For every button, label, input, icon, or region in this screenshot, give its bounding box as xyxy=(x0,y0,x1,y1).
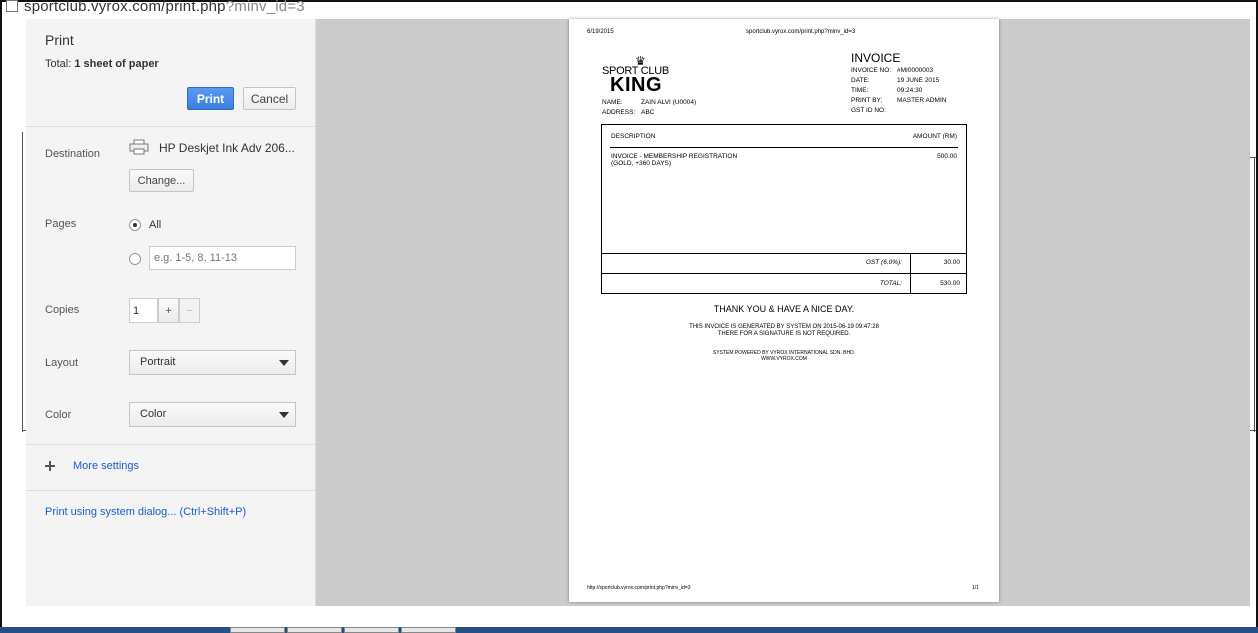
name-value: ZAIN ALVI (U0004) xyxy=(641,99,697,106)
printer-name: HP Deskjet Ink Adv 206... xyxy=(159,141,295,155)
print-button[interactable]: Print xyxy=(187,87,234,110)
taskbar-item[interactable] xyxy=(230,627,285,633)
address-label: ADDRESS: xyxy=(602,109,636,116)
name-label: NAME: xyxy=(602,99,623,106)
copies-input[interactable] xyxy=(129,298,158,323)
print-title: Print xyxy=(45,32,74,48)
layout-select[interactable]: Portrait xyxy=(129,350,296,375)
gst-label: GST (6.0%): xyxy=(865,259,902,266)
meta-key: DATE: xyxy=(851,77,870,84)
layout-label: Layout xyxy=(45,357,79,369)
meta-value: 09:24:30 xyxy=(897,87,923,94)
address-value: ABC xyxy=(641,109,655,116)
color-select[interactable]: Color xyxy=(129,402,296,427)
taskbar xyxy=(0,627,1258,633)
copies-decrement-button[interactable]: − xyxy=(179,298,200,323)
item-description-line2: (GOLD, +360 DAYS) xyxy=(611,160,672,167)
page-header-date: 6/19/2015 xyxy=(587,29,614,35)
page-footer-url: http://sportclub.vyrox.com/print.php?min… xyxy=(587,585,691,591)
page-footer-number: 1/1 xyxy=(972,585,979,591)
system-dialog-link[interactable]: Print using system dialog... (Ctrl+Shift… xyxy=(45,506,246,518)
table-column-divider xyxy=(910,253,911,294)
table-divider xyxy=(602,273,966,274)
meta-value: 19 JUNE 2015 xyxy=(897,77,940,84)
meta-value: MASTER ADMIN xyxy=(897,97,947,104)
system-note-line1: THIS INVOICE IS GENERATED BY SYSTEM ON 2… xyxy=(689,324,879,330)
taskbar-item[interactable] xyxy=(344,627,399,633)
plus-icon[interactable] xyxy=(45,461,55,471)
url-text[interactable]: sportclub.vyrox.com/print.php?minv_id=3 xyxy=(24,0,305,15)
total-value: 530.00 xyxy=(940,280,960,287)
printer-icon xyxy=(129,139,149,155)
thanks-message: THANK YOU & HAVE A NICE DAY. xyxy=(713,304,855,314)
print-preview-area: 6/19/2015 sportclub.vyrox.com/print.php?… xyxy=(316,19,1250,606)
cancel-button[interactable]: Cancel xyxy=(243,87,296,110)
taskbar-item[interactable] xyxy=(287,627,342,633)
change-destination-button[interactable]: Change... xyxy=(129,169,194,192)
copies-increment-button[interactable]: + xyxy=(158,298,179,323)
table-divider xyxy=(602,253,966,254)
col-description-header: DESCRIPTION xyxy=(611,133,656,140)
total-label: TOTAL: xyxy=(879,280,902,287)
dropdown-arrow-icon xyxy=(279,360,289,366)
address-bar[interactable]: sportclub.vyrox.com/print.php?minv_id=3 xyxy=(6,0,305,15)
more-settings-link[interactable]: More settings xyxy=(73,460,139,472)
print-total: Total: 1 sheet of paper xyxy=(45,58,159,70)
system-note-line2: THERE FOR A SIGNATURE IS NOT REQUIRED. xyxy=(717,331,851,337)
print-settings-panel: Print Total: 1 sheet of paper Print Canc… xyxy=(26,19,316,606)
destination-label: Destination xyxy=(45,148,101,160)
item-description-line1: INVOICE - MEMBERSHIP REGISTRATION xyxy=(611,153,738,160)
divider xyxy=(26,490,316,491)
logo-text-bottom: KING xyxy=(610,74,662,96)
gst-value: 30.00 xyxy=(943,259,960,266)
invoice-table: DESCRIPTION AMOUNT (RM) INVOICE - MEMBER… xyxy=(601,124,967,294)
header-underline xyxy=(610,147,958,148)
meta-key: TIME: xyxy=(851,87,869,94)
pages-all-label: All xyxy=(149,219,162,231)
meta-key: GST ID NO: xyxy=(851,107,886,114)
pages-label: Pages xyxy=(45,218,77,230)
taskbar-item[interactable] xyxy=(401,627,456,633)
pages-custom-radio[interactable] xyxy=(129,253,141,265)
item-amount: 500.00 xyxy=(937,153,957,160)
divider xyxy=(26,444,316,445)
color-value: Color xyxy=(140,408,167,420)
layout-value: Portrait xyxy=(140,356,176,368)
page-icon xyxy=(6,0,18,12)
meta-key: PRINT BY: xyxy=(851,97,883,104)
invoice-page: 6/19/2015 sportclub.vyrox.com/print.php?… xyxy=(569,19,999,602)
pages-all-radio[interactable] xyxy=(129,219,141,231)
meta-key: INVOICE NO: xyxy=(851,67,892,74)
invoice-title: INVOICE xyxy=(851,51,901,65)
dropdown-arrow-icon xyxy=(279,412,289,418)
col-amount-header: AMOUNT (RM) xyxy=(912,133,957,140)
copies-label: Copies xyxy=(45,304,80,316)
meta-value: #MI0000003 xyxy=(897,67,934,74)
color-label: Color xyxy=(45,409,72,421)
pages-custom-input[interactable] xyxy=(149,246,296,270)
browser-window: sportclub.vyrox.com/print.php?minv_id=3 … xyxy=(0,0,1258,633)
page-header-url: sportclub.vyrox.com/print.php?minv_id=3 xyxy=(746,29,856,35)
powered-by-line2: WWW.VYROX.COM xyxy=(761,356,807,362)
